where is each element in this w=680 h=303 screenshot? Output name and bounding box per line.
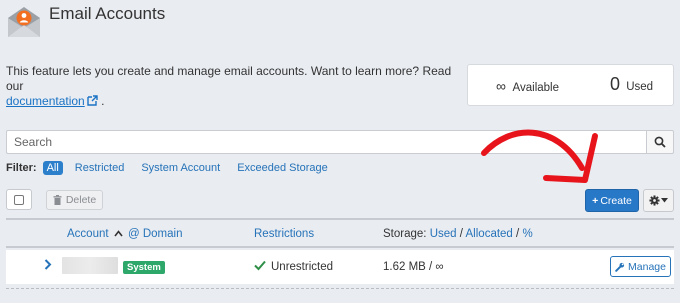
storage-separator: /	[516, 228, 520, 240]
filter-restricted[interactable]: Restricted	[75, 162, 125, 174]
storage-separator: /	[459, 228, 463, 240]
search-button[interactable]	[646, 130, 674, 154]
documentation-link[interactable]: documentation	[6, 94, 85, 108]
available-label: Available	[512, 82, 560, 94]
table-row: System Unrestricted 1.62 MB / ∞ Manage	[6, 250, 674, 284]
manage-label: Manage	[628, 260, 666, 273]
filter-exceeded-storage[interactable]: Exceeded Storage	[237, 162, 328, 174]
page-header	[6, 2, 42, 42]
settings-dropdown-button[interactable]	[643, 189, 674, 212]
email-envelope-icon	[6, 4, 42, 40]
select-all-checkbox[interactable]	[6, 189, 32, 210]
storage-header-label: Storage:	[383, 228, 427, 240]
wrench-icon	[615, 262, 625, 272]
description-text: This feature lets you create and manage …	[6, 64, 452, 93]
available-stat: ∞ Available	[496, 78, 559, 94]
sort-percent-link[interactable]: %	[522, 228, 532, 240]
system-badge: System	[123, 261, 165, 274]
filter-label: Filter:	[6, 162, 37, 174]
search-icon	[654, 136, 666, 148]
infinity-symbol: ∞	[496, 78, 506, 94]
create-label: Create	[600, 194, 632, 207]
sort-ascending-icon	[114, 230, 123, 237]
used-stat: 0 Used	[610, 74, 653, 95]
storage-value: 1.62 MB / ∞	[383, 261, 444, 273]
used-count: 0	[610, 74, 621, 94]
trash-icon	[53, 195, 62, 205]
domain-header-label: @ Domain	[127, 228, 183, 240]
filter-system-account[interactable]: System Account	[141, 162, 220, 174]
account-stats-panel: ∞ Available 0 Used	[467, 64, 674, 106]
row-divider	[6, 288, 674, 289]
feature-description: This feature lets you create and manage …	[6, 64, 456, 109]
restrictions-column-header[interactable]: Restrictions	[254, 228, 314, 240]
account-name-redacted	[62, 257, 118, 274]
delete-button[interactable]: Delete	[46, 190, 103, 210]
manage-button[interactable]: Manage	[610, 256, 671, 277]
description-suffix: .	[101, 94, 105, 108]
external-link-icon	[87, 95, 98, 106]
checkbox-square	[14, 194, 24, 205]
account-column-header[interactable]: Account @ Domain	[67, 228, 182, 240]
delete-label: Delete	[65, 194, 97, 206]
create-button[interactable]: + Create	[585, 189, 639, 212]
sort-used-link[interactable]: Used	[430, 228, 457, 240]
filter-bar: Filter: All Restricted System Account Ex…	[6, 160, 345, 176]
caret-down-icon	[661, 198, 668, 203]
account-header-label: Account	[67, 228, 109, 240]
check-icon	[254, 260, 266, 271]
storage-column-header: Storage: Used / Allocated / %	[383, 228, 533, 240]
page-title: Email Accounts	[49, 4, 166, 23]
used-label: Used	[626, 81, 654, 93]
restrictions-value: Unrestricted	[271, 261, 333, 273]
plus-icon: +	[592, 194, 599, 207]
sort-allocated-link[interactable]: Allocated	[466, 228, 513, 240]
filter-all[interactable]: All	[42, 161, 63, 175]
expand-chevron-icon[interactable]	[44, 259, 52, 270]
table-header: Account @ Domain Restrictions Storage: U…	[6, 218, 674, 248]
gear-icon	[649, 195, 660, 206]
red-annotation-arrow	[481, 129, 598, 183]
